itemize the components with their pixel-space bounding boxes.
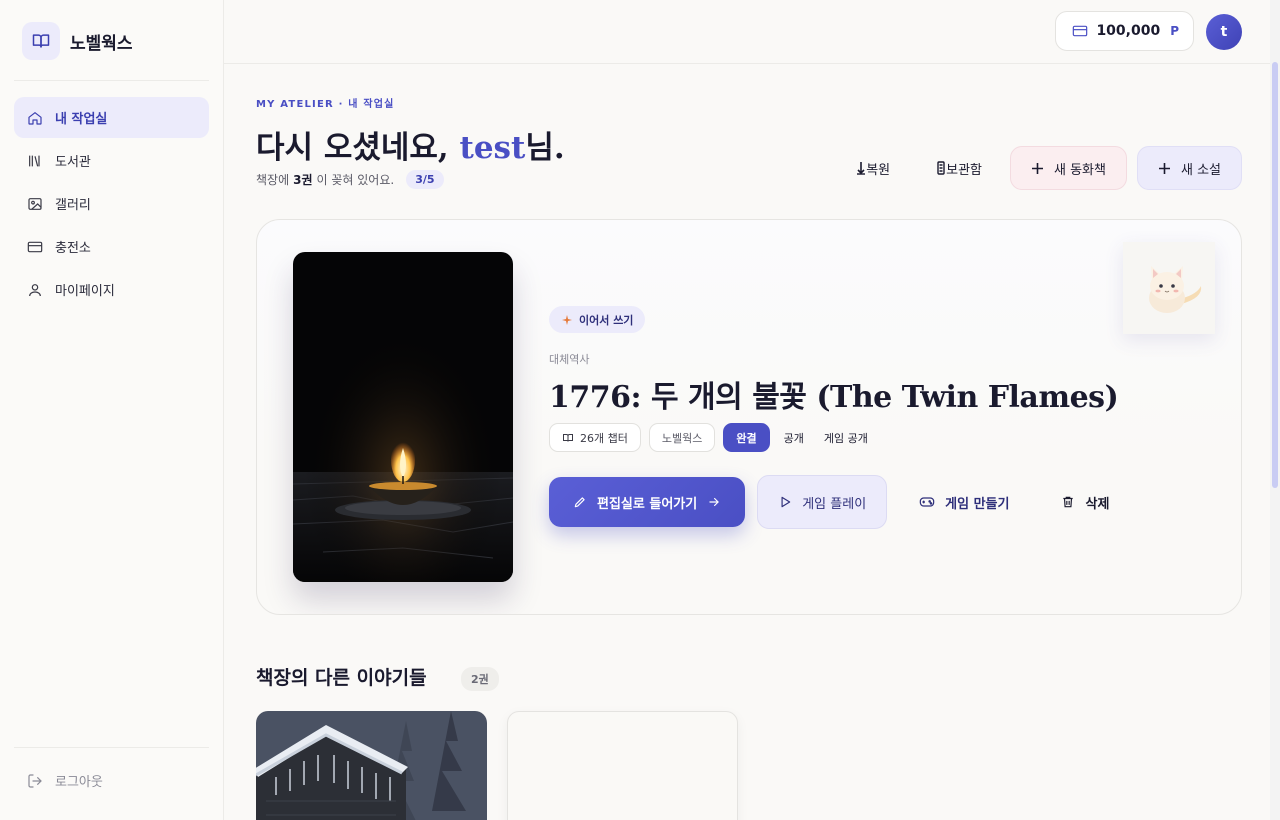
summary-suffix: 이 꽂혀 있어요.	[316, 173, 395, 187]
image-icon	[28, 197, 42, 210]
book-open-icon	[22, 22, 60, 60]
new-novel-label: 새 소설	[1180, 162, 1221, 178]
chapter-count-tag: 26개 챕터	[549, 423, 641, 452]
restore-button[interactable]: 복원	[838, 146, 908, 190]
cat-icon	[1149, 266, 1202, 313]
book-cover[interactable]	[293, 252, 513, 582]
user-name: test	[459, 130, 526, 166]
visibility-tag: 공개	[783, 431, 804, 445]
sidebar-divider	[14, 80, 209, 81]
topbar: 100,000 P t	[224, 0, 1270, 64]
featured-book-card: 이어서 쓰기 대체역사 1776: 두 개의 불꽃 (The Twin Flam…	[256, 219, 1242, 615]
play-icon	[781, 496, 791, 508]
page-eyebrow: MY ATELIER · 내 작업실	[256, 99, 395, 110]
game-visibility-tag: 게임 공개	[823, 431, 868, 445]
summary-count: 3권	[293, 173, 313, 187]
credit-unit: P	[1170, 24, 1179, 38]
new-picture-book-button[interactable]: 새 동화책	[1010, 146, 1127, 190]
archive-button[interactable]: 보관함	[918, 146, 1000, 190]
continue-writing-chip[interactable]: 이어서 쓰기	[549, 306, 646, 333]
sidebar: 노벨웍스 내 작업실 도서관 갤러리 충전소 마이페이지 로그아웃	[0, 0, 224, 820]
sidebar-nav: 내 작업실 도서관 갤러리 충전소 마이페이지	[14, 97, 209, 312]
credit-balance[interactable]: 100,000 P	[1055, 11, 1194, 51]
brand[interactable]: 노벨웍스	[22, 22, 133, 60]
sidebar-item-label: 도서관	[55, 155, 91, 170]
summary-prefix: 책장에	[256, 173, 290, 187]
sidebar-item-label: 마이페이지	[55, 284, 115, 299]
scrollbar-thumb[interactable]	[1272, 62, 1278, 488]
brand-name: 노벨웍스	[70, 33, 133, 54]
logout-button[interactable]: 로그아웃	[27, 771, 103, 790]
sidebar-item-library[interactable]: 도서관	[14, 140, 209, 181]
book-actions: 편집실로 들어가기 게임 플레이 게임 만들기 삭제	[549, 475, 1129, 529]
greeting-prefix: 다시 오셨네요,	[256, 130, 460, 166]
cat-mascot	[1123, 242, 1215, 334]
sidebar-item-label: 내 작업실	[55, 112, 108, 127]
user-icon	[29, 283, 41, 296]
avatar[interactable]: t	[1206, 14, 1242, 50]
library-icon	[29, 155, 40, 166]
delete-button[interactable]: 삭제	[1041, 477, 1129, 527]
candle-cover-image	[293, 252, 513, 582]
credit-card-icon	[1073, 25, 1088, 37]
book-genre: 대체역사	[549, 353, 590, 366]
shelf-title: 책장의 다른 이야기들	[256, 667, 427, 689]
book-tags: 26개 챕터 노벨웍스 완결 공개 게임 공개	[549, 423, 874, 452]
make-game-button[interactable]: 게임 만들기	[899, 477, 1029, 527]
shelf-count-badge: 2권	[461, 667, 499, 691]
greeting-suffix: 님.	[525, 130, 565, 166]
trash-icon	[1063, 496, 1074, 508]
capacity-badge: 3/5	[406, 170, 444, 189]
delete-label: 삭제	[1085, 496, 1110, 512]
enter-editor-label: 편집실로 들어가기	[597, 496, 698, 512]
enter-editor-button[interactable]: 편집실로 들어가기	[549, 477, 746, 527]
arrow-down-icon	[857, 162, 866, 175]
book-open-icon	[563, 433, 573, 442]
sidebar-item-label: 충전소	[55, 241, 91, 256]
logout-icon	[28, 773, 42, 788]
sidebar-item-charge[interactable]: 충전소	[14, 226, 209, 267]
gamepad-icon	[919, 497, 935, 507]
home-icon	[28, 111, 42, 125]
credit-amount: 100,000	[1096, 23, 1161, 39]
shelf-summary: 책장에 3권 이 꽂혀 있어요. 3/5	[256, 170, 444, 189]
publisher-tag: 노벨웍스	[648, 423, 716, 452]
archive-label: 보관함	[946, 162, 982, 178]
sidebar-item-gallery[interactable]: 갤러리	[14, 183, 209, 224]
page-title: 다시 오셨네요, test님.	[256, 122, 565, 167]
make-game-label: 게임 만들기	[945, 496, 1010, 512]
shelf-book-card[interactable]	[507, 711, 738, 820]
sidebar-item-mypage[interactable]: 마이페이지	[14, 269, 209, 310]
sidebar-divider	[14, 747, 209, 748]
arrow-right-icon	[709, 497, 720, 507]
game-play-button[interactable]: 게임 플레이	[757, 475, 888, 529]
game-play-label: 게임 플레이	[802, 496, 867, 512]
shelf-book-card[interactable]	[256, 711, 487, 820]
archive-icon	[937, 161, 945, 175]
sidebar-item-atelier[interactable]: 내 작업실	[14, 97, 209, 138]
chapter-count: 26개 챕터	[580, 431, 628, 445]
new-picture-book-label: 새 동화책	[1054, 162, 1106, 178]
cabin-cover-image	[256, 711, 487, 820]
status-badge: 완결	[723, 423, 770, 452]
scrollbar[interactable]	[1270, 0, 1280, 820]
continue-writing-label: 이어서 쓰기	[579, 313, 634, 327]
header-actions: 복원 보관함 새 동화책 새 소설	[838, 146, 1242, 190]
book-title: 1776: 두 개의 불꽃 (The Twin Flames)	[549, 380, 1119, 415]
plus-icon	[1032, 162, 1043, 174]
new-novel-button[interactable]: 새 소설	[1136, 146, 1242, 190]
restore-label: 복원	[866, 162, 891, 178]
sparkle-icon	[562, 314, 572, 325]
pencil-icon	[574, 497, 585, 508]
logout-label: 로그아웃	[55, 775, 103, 790]
credit-card-icon	[27, 241, 43, 252]
sidebar-item-label: 갤러리	[55, 198, 91, 213]
plus-icon	[1158, 162, 1170, 174]
